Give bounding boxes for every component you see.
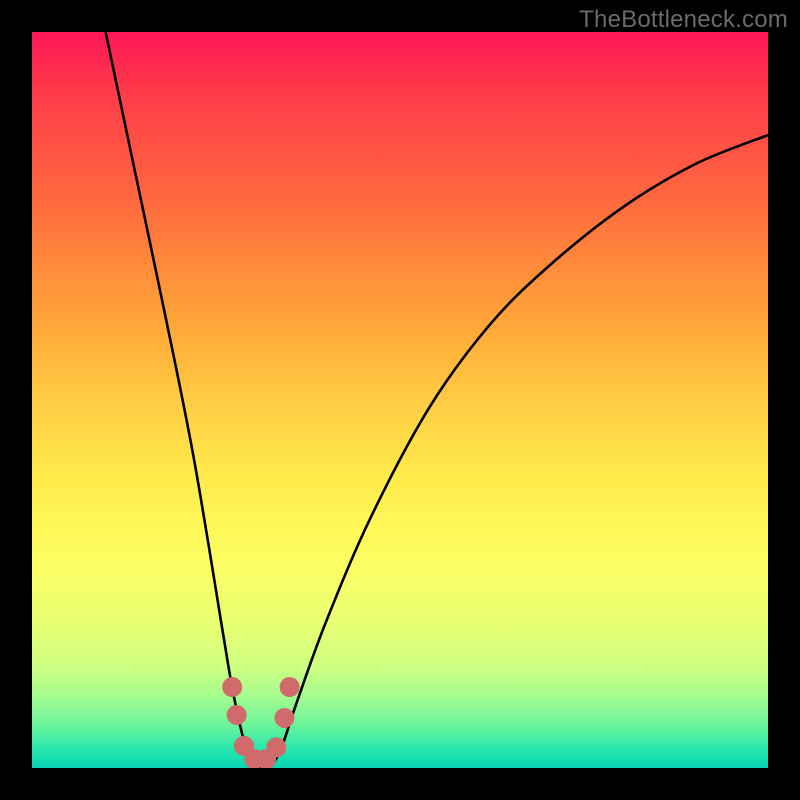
chart-canvas: TheBottleneck.com	[0, 0, 800, 800]
marker-left-mid	[227, 705, 247, 725]
plot-area	[32, 32, 768, 768]
marker-group	[222, 677, 299, 768]
bottleneck-curve-path	[106, 32, 768, 768]
watermark-text: TheBottleneck.com	[579, 6, 788, 34]
curve-svg	[32, 32, 768, 768]
marker-bottom-4	[266, 737, 286, 757]
marker-right-top	[280, 677, 300, 697]
marker-left-top	[222, 677, 242, 697]
marker-right-mid	[274, 708, 294, 728]
